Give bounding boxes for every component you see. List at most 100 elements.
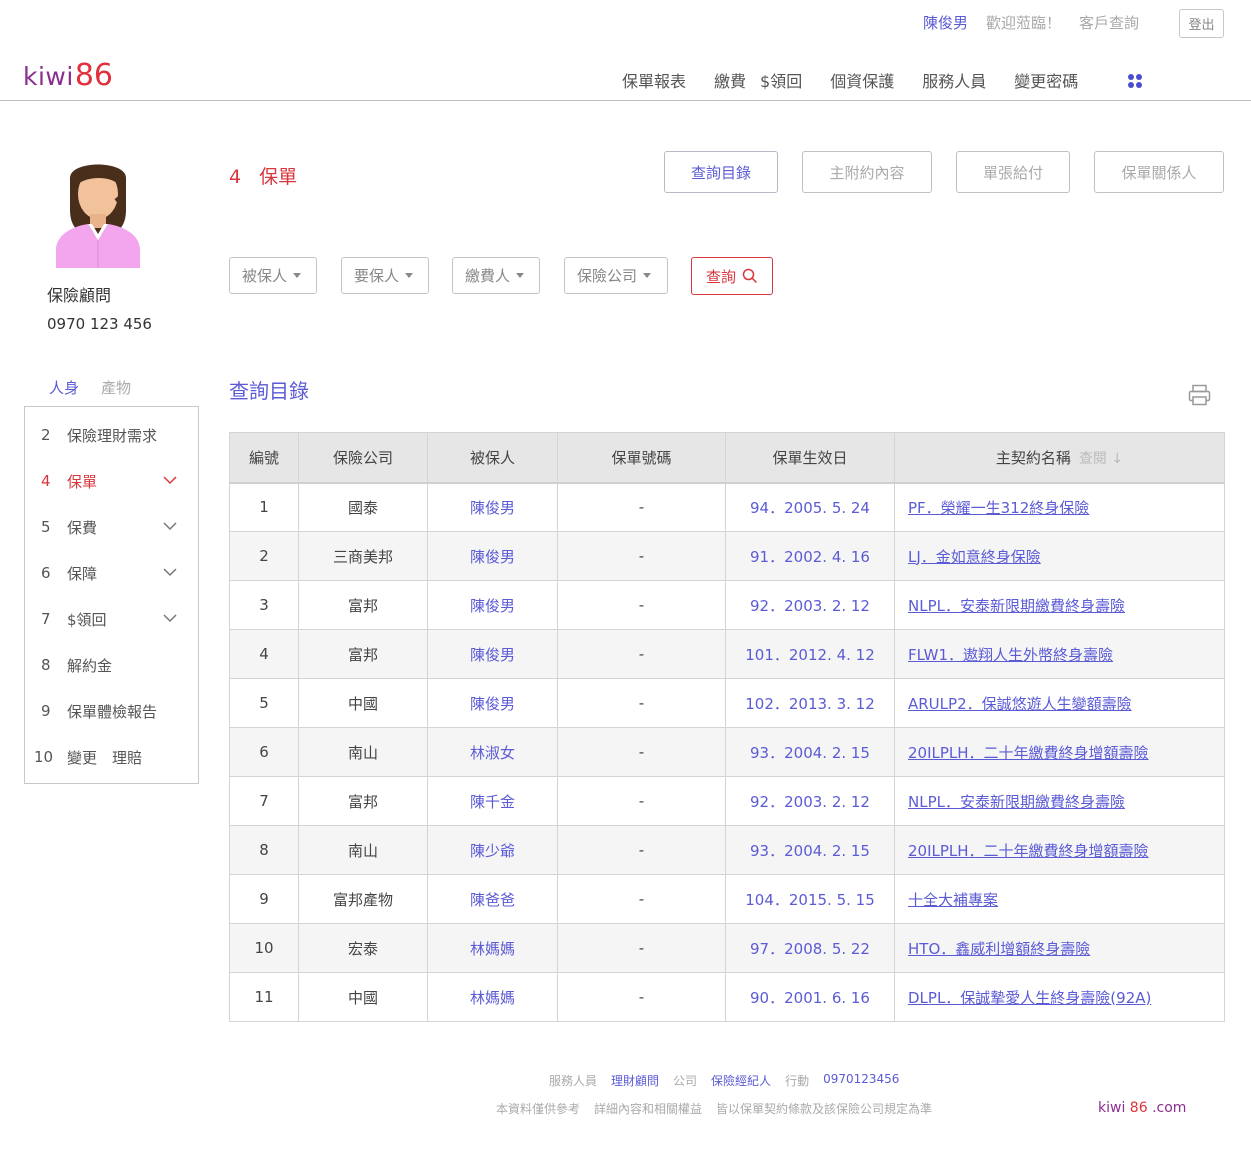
page-title-label: 保單	[259, 166, 298, 188]
plan-link[interactable]: LJ．金如意終身保險	[908, 548, 1041, 566]
cell-plan-name[interactable]: DLPL．保誠摯愛人生終身壽險(92A)	[894, 972, 1225, 1022]
plan-link[interactable]: PF．榮耀一生312終身保險	[908, 499, 1089, 517]
plan-link[interactable]: HTO．鑫威利增額終身壽險	[908, 940, 1090, 958]
menu-number: 4	[41, 472, 51, 490]
cell-insured[interactable]: 陳俊男	[427, 580, 558, 630]
sidemenu-item-payout[interactable]: 7 $領回	[25, 607, 198, 631]
cell-insured[interactable]: 陳爸爸	[427, 874, 558, 924]
footer-logo[interactable]: kiwi 86 .com	[1098, 1100, 1186, 1116]
cell-policy-no: -	[557, 923, 726, 973]
sort-arrow-down-icon: ↓	[1111, 450, 1124, 467]
cell-insured[interactable]: 林媽媽	[427, 923, 558, 973]
cell-insured[interactable]: 陳千金	[427, 776, 558, 826]
cell-plan-name[interactable]: NLPL．安泰新限期繳費終身壽險	[894, 776, 1225, 826]
cell-plan-name[interactable]: HTO．鑫威利增額終身壽險	[894, 923, 1225, 973]
user-name-link[interactable]: 陳俊男	[923, 12, 968, 33]
cell-company: 南山	[298, 825, 428, 875]
col-header-insured[interactable]: 被保人	[427, 432, 558, 484]
cell-plan-name[interactable]: LJ．金如意終身保險	[894, 531, 1225, 581]
col-header-number[interactable]: 編號	[229, 432, 299, 484]
search-icon	[742, 268, 758, 284]
col-header-plan-name[interactable]: 主契約名稱 查閱 ↓	[894, 432, 1225, 484]
printer-icon[interactable]	[1188, 384, 1211, 406]
plan-link[interactable]: 十全大補專案	[908, 891, 998, 909]
logo-number: 86	[74, 58, 114, 93]
sort-view-label[interactable]: 查閱 ↓	[1079, 451, 1123, 467]
plan-link[interactable]: DLPL．保誠摯愛人生終身壽險(92A)	[908, 989, 1151, 1007]
site-logo[interactable]: kiwi 86	[23, 58, 113, 93]
col-header-company[interactable]: 保險公司	[298, 432, 428, 484]
disclaimer-text: 詳細內容和相關權益	[594, 1102, 703, 1116]
menu-number: 9	[41, 702, 51, 720]
cell-plan-name[interactable]: FLW1．遨翔人生外幣終身壽險	[894, 629, 1225, 679]
cell-policy-no: -	[557, 825, 726, 875]
section-title: 查詢目錄	[229, 379, 309, 403]
cell-plan-name[interactable]: ARULP2．保誠悠遊人生變額壽險	[894, 678, 1225, 728]
sidemenu-item-financial-needs[interactable]: 2 保險理財需求	[25, 423, 198, 447]
tab-policy-parties[interactable]: 保單關係人	[1094, 151, 1224, 193]
grid-dots-icon[interactable]	[1128, 74, 1142, 88]
tab-property[interactable]: 產物	[101, 377, 131, 398]
company-filter-dropdown[interactable]: 保險公司	[564, 257, 668, 294]
plan-link[interactable]: NLPL．安泰新限期繳費終身壽險	[908, 793, 1125, 811]
sidemenu-item-coverage[interactable]: 6 保障	[25, 561, 198, 585]
col-header-policy-no[interactable]: 保單號碼	[557, 432, 726, 484]
cell-company: 中國	[298, 678, 428, 728]
menu-label: 變更 理賠	[67, 748, 143, 767]
client-query-link[interactable]: 客戶查詢	[1079, 12, 1139, 33]
nav-payout[interactable]: $領回	[760, 68, 802, 92]
sidemenu-item-change-claims[interactable]: 10 變更 理賠	[25, 745, 198, 769]
insured-filter-dropdown[interactable]: 被保人	[229, 257, 317, 294]
nav-policy-report[interactable]: 保單報表	[622, 68, 686, 92]
cell-insured[interactable]: 林淑女	[427, 727, 558, 777]
cell-effective-date: 91．2002. 4. 16	[725, 531, 895, 581]
cell-insured[interactable]: 陳俊男	[427, 678, 558, 728]
cell-plan-name[interactable]: 20ILPLH．二十年繳費終身增額壽險	[894, 825, 1225, 875]
plan-link[interactable]: ARULP2．保誠悠遊人生變額壽險	[908, 695, 1132, 713]
cell-plan-name[interactable]: NLPL．安泰新限期繳費終身壽險	[894, 580, 1225, 630]
plan-link[interactable]: FLW1．遨翔人生外幣終身壽險	[908, 646, 1113, 664]
cell-company: 中國	[298, 972, 428, 1022]
cell-number: 5	[229, 678, 299, 728]
chevron-down-icon	[163, 522, 177, 531]
menu-label: $領回	[67, 610, 107, 629]
nav-privacy[interactable]: 個資保護	[830, 68, 894, 92]
cell-policy-no: -	[557, 776, 726, 826]
nav-payment[interactable]: 繳費	[714, 68, 746, 92]
plan-link[interactable]: 20ILPLH．二十年繳費終身增額壽險	[908, 744, 1149, 762]
cell-insured[interactable]: 陳俊男	[427, 629, 558, 679]
cell-insured[interactable]: 林媽媽	[427, 972, 558, 1022]
advisor-avatar	[56, 164, 140, 268]
nav-service-staff[interactable]: 服務人員	[922, 68, 986, 92]
cell-plan-name[interactable]: 十全大補專案	[894, 874, 1225, 924]
payer-filter-dropdown[interactable]: 繳費人	[452, 257, 540, 294]
sidemenu-item-premium[interactable]: 5 保費	[25, 515, 198, 539]
plan-link[interactable]: NLPL．安泰新限期繳費終身壽險	[908, 597, 1125, 615]
cell-plan-name[interactable]: 20ILPLH．二十年繳費終身增額壽險	[894, 727, 1225, 777]
search-button[interactable]: 查詢	[691, 257, 773, 295]
cell-plan-name[interactable]: PF．榮耀一生312終身保險	[894, 482, 1225, 532]
logout-button[interactable]: 登出	[1179, 9, 1224, 38]
cell-policy-no: -	[557, 972, 726, 1022]
chevron-down-icon	[163, 568, 177, 577]
col-header-effective-date[interactable]: 保單生效日	[725, 432, 895, 484]
sidemenu-item-policy[interactable]: 4 保單	[25, 469, 198, 493]
cell-policy-no: -	[557, 531, 726, 581]
tab-single-payment[interactable]: 單張給付	[956, 151, 1070, 193]
cell-company: 富邦產物	[298, 874, 428, 924]
sort-label-text: 查閱	[1078, 450, 1107, 467]
sidemenu-item-checkup-report[interactable]: 9 保單體檢報告	[25, 699, 198, 723]
tab-main-rider-content[interactable]: 主附約內容	[802, 151, 932, 193]
caret-down-icon	[405, 273, 414, 278]
applicant-filter-dropdown[interactable]: 要保人	[341, 257, 429, 294]
tab-personal[interactable]: 人身	[49, 377, 79, 398]
cell-policy-no: -	[557, 482, 726, 532]
sidemenu-item-surrender-value[interactable]: 8 解約金	[25, 653, 198, 677]
cell-insured[interactable]: 陳俊男	[427, 482, 558, 532]
cell-insured[interactable]: 陳俊男	[427, 531, 558, 581]
nav-change-password[interactable]: 變更密碼	[1014, 68, 1078, 92]
plan-link[interactable]: 20ILPLH．二十年繳費終身增額壽險	[908, 842, 1149, 860]
tab-query-catalog[interactable]: 查詢目錄	[664, 151, 778, 193]
disclaimer-text: 本資料僅供參考	[496, 1102, 581, 1116]
cell-insured[interactable]: 陳少爺	[427, 825, 558, 875]
